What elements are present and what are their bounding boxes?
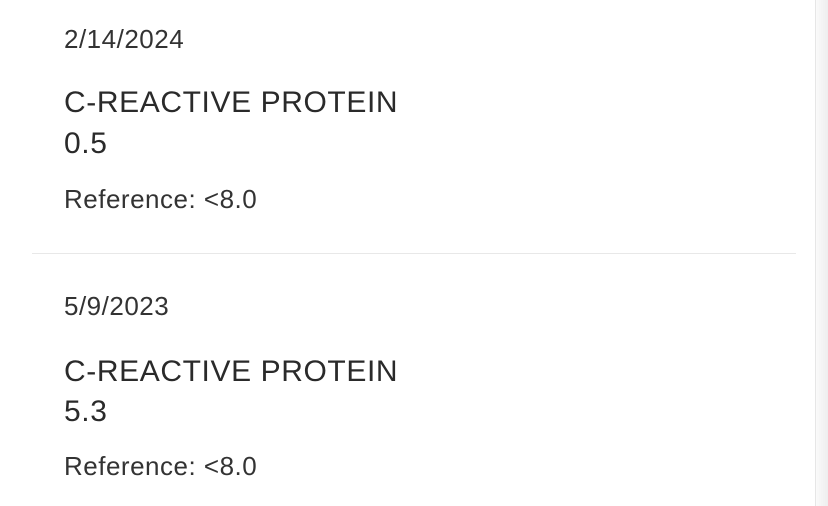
lab-results-list: 2/14/2024 C-REACTIVE PROTEIN 0.5 Referen…	[32, 0, 796, 506]
lab-result-item[interactable]: 2/14/2024 C-REACTIVE PROTEIN 0.5 Referen…	[32, 0, 796, 254]
result-test-name: C-REACTIVE PROTEIN	[64, 355, 399, 388]
result-value: 0.5	[64, 127, 108, 160]
result-test-name: C-REACTIVE PROTEIN	[64, 86, 399, 119]
result-reference-range: Reference: <8.0	[64, 184, 258, 214]
result-reference-range: Reference: <8.0	[64, 451, 258, 481]
lab-result-item[interactable]: 5/9/2023 C-REACTIVE PROTEIN 5.3 Referenc…	[32, 254, 796, 506]
result-value: 5.3	[64, 395, 108, 428]
scrollbar-track[interactable]	[815, 0, 828, 506]
result-date: 2/14/2024	[64, 24, 185, 54]
result-date: 5/9/2023	[64, 291, 170, 321]
